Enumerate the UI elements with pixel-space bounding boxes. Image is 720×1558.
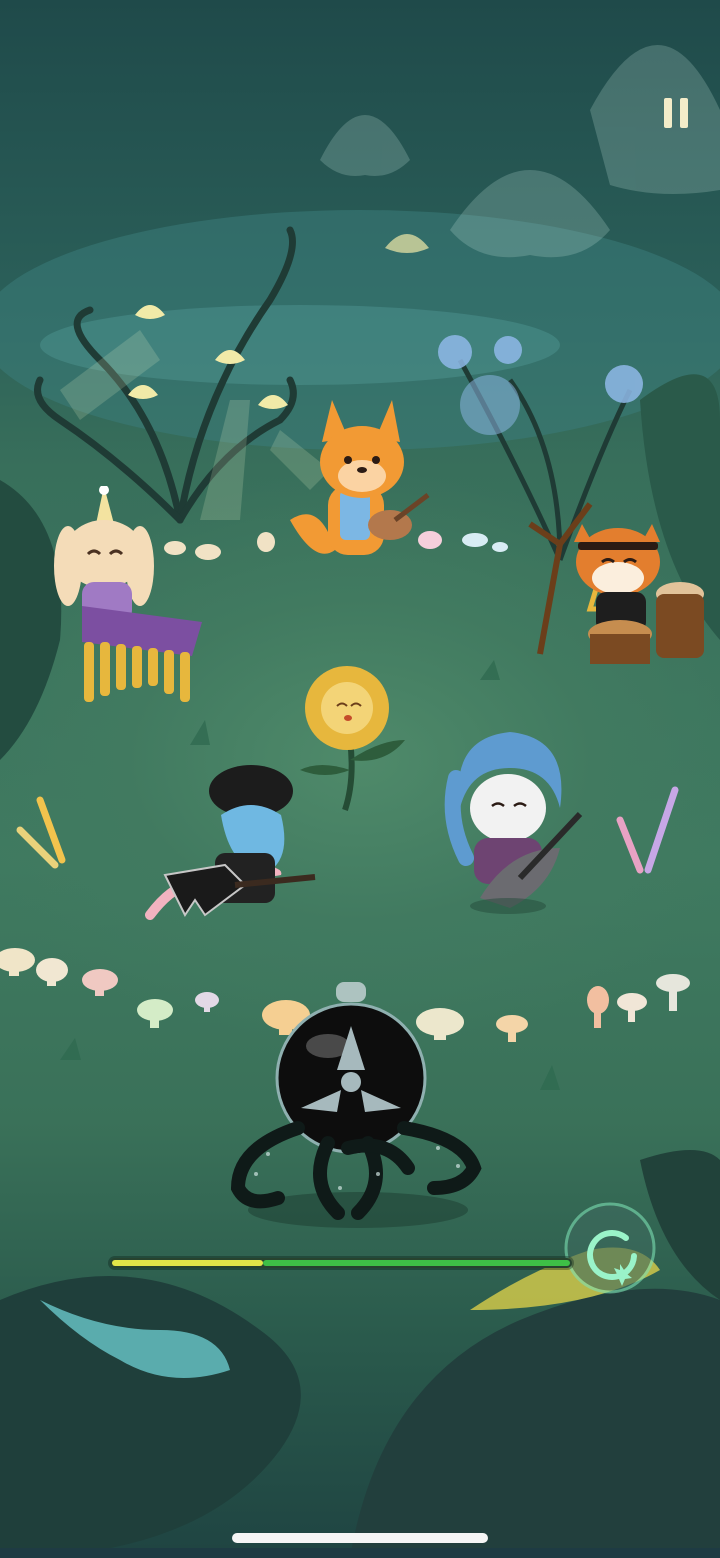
axolotl-guitarist [145, 765, 316, 920]
octopus-bomb-player[interactable] [228, 978, 488, 1230]
bottom-strip [0, 1548, 720, 1558]
song-progress-fill [112, 1260, 263, 1266]
bunny-musician [54, 486, 202, 702]
song-progress-bar [110, 1258, 572, 1268]
star-ring-icon[interactable] [560, 1198, 660, 1298]
game-stage[interactable] [0, 0, 720, 1558]
song-progress-remaining [263, 1260, 570, 1266]
shiba-drummer [528, 502, 704, 664]
home-indicator[interactable] [232, 1533, 488, 1543]
firework-right [616, 786, 679, 874]
fox-musician [290, 400, 430, 555]
firework-left [16, 796, 66, 869]
dog-bassist [444, 732, 583, 914]
pause-button[interactable] [656, 94, 696, 134]
pause-icon [664, 98, 672, 128]
pause-icon-bar [680, 98, 688, 128]
